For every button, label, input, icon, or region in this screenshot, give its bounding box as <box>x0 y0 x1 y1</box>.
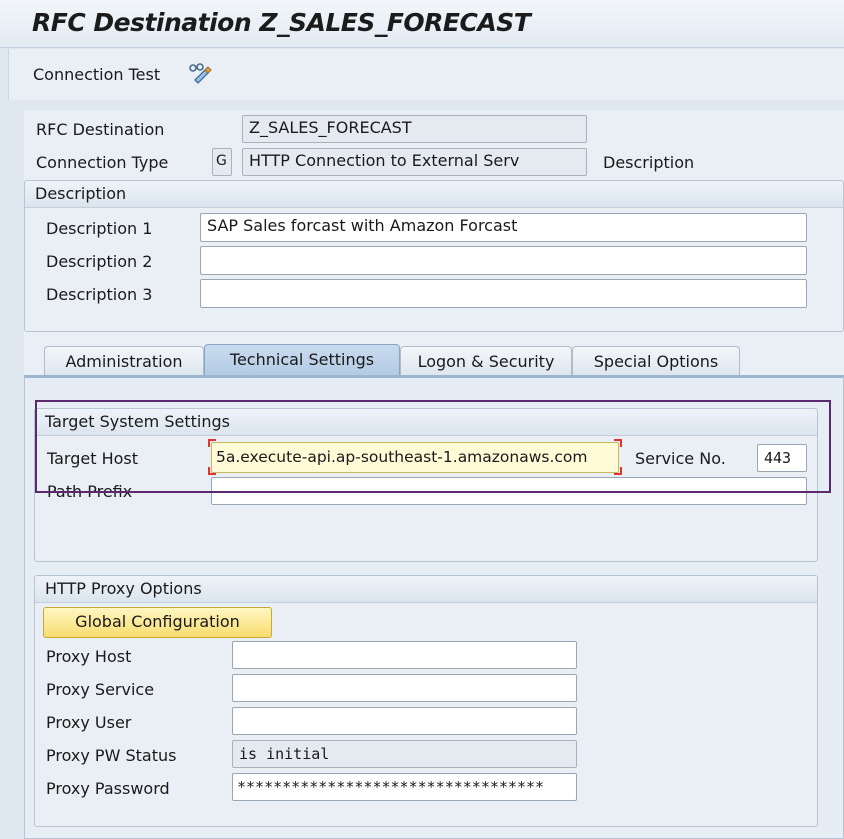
description-1-label: Description 1 <box>46 219 153 238</box>
proxy-user-input[interactable] <box>232 707 577 735</box>
proxy-user-label: Proxy User <box>46 713 132 732</box>
description-group-title: Description <box>25 181 843 208</box>
proxy-pw-status-label: Proxy PW Status <box>46 746 177 765</box>
proxy-service-label: Proxy Service <box>46 680 155 699</box>
proxy-password-input[interactable]: ********************************** <box>232 773 577 801</box>
connection-type-label: Connection Type <box>36 153 169 172</box>
description-2-input[interactable] <box>200 246 807 275</box>
proxy-password-label: Proxy Password <box>46 779 170 798</box>
description-3-input[interactable] <box>200 279 807 308</box>
http-proxy-group-title: HTTP Proxy Options <box>35 576 817 603</box>
connection-type-field[interactable]: HTTP Connection to External Serv <box>242 148 587 176</box>
description-1-input[interactable]: SAP Sales forcast with Amazon Forcast <box>200 213 807 242</box>
tab-administration[interactable]: Administration <box>44 346 204 376</box>
annotation-highlight-box <box>35 400 831 493</box>
window-title: RFC Destination Z_SALES_FORECAST <box>32 8 531 37</box>
connection-type-code-field[interactable]: G <box>212 148 232 176</box>
connection-type-description-label: Description <box>603 153 695 172</box>
tab-special-options[interactable]: Special Options <box>572 346 740 376</box>
connection-test-button[interactable]: Connection Test <box>33 65 160 84</box>
proxy-pw-status-field: is initial <box>232 740 577 768</box>
global-configuration-button[interactable]: Global Configuration <box>43 607 272 638</box>
proxy-host-input[interactable] <box>232 641 577 669</box>
proxy-service-input[interactable] <box>232 674 577 702</box>
rfc-destination-label: RFC Destination <box>36 120 165 139</box>
tab-logon-security[interactable]: Logon & Security <box>400 346 572 376</box>
description-3-label: Description 3 <box>46 285 153 304</box>
tab-technical-settings[interactable]: Technical Settings <box>204 344 400 376</box>
connection-test-icon[interactable] <box>187 62 213 86</box>
description-2-label: Description 2 <box>46 252 153 271</box>
proxy-host-label: Proxy Host <box>46 647 132 666</box>
rfc-destination-field[interactable]: Z_SALES_FORECAST <box>242 115 587 143</box>
